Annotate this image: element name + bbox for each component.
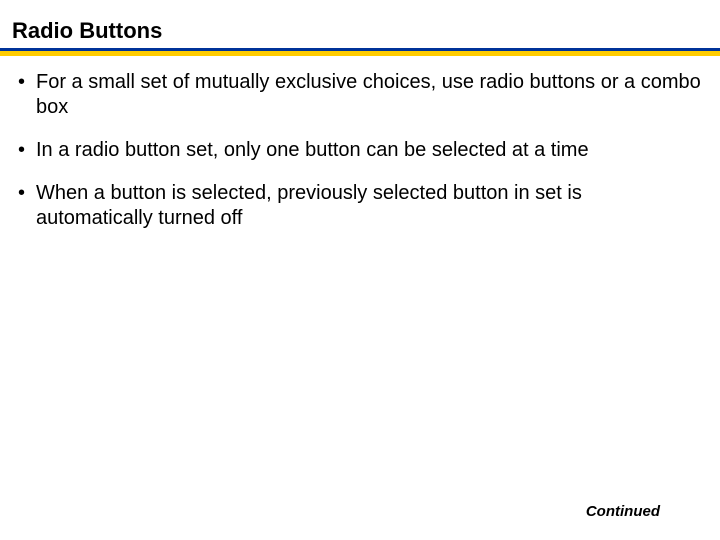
list-item: For a small set of mutually exclusive ch… — [18, 70, 702, 120]
bullet-list: For a small set of mutually exclusive ch… — [18, 70, 702, 231]
slide-title: Radio Buttons — [12, 18, 708, 44]
continued-label: Continued — [586, 503, 660, 520]
slide: Radio Buttons For a small set of mutuall… — [0, 0, 720, 540]
list-item: In a radio button set, only one button c… — [18, 138, 702, 163]
content-area: For a small set of mutually exclusive ch… — [0, 56, 720, 231]
list-item: When a button is selected, previously se… — [18, 181, 702, 231]
title-area: Radio Buttons — [0, 0, 720, 48]
